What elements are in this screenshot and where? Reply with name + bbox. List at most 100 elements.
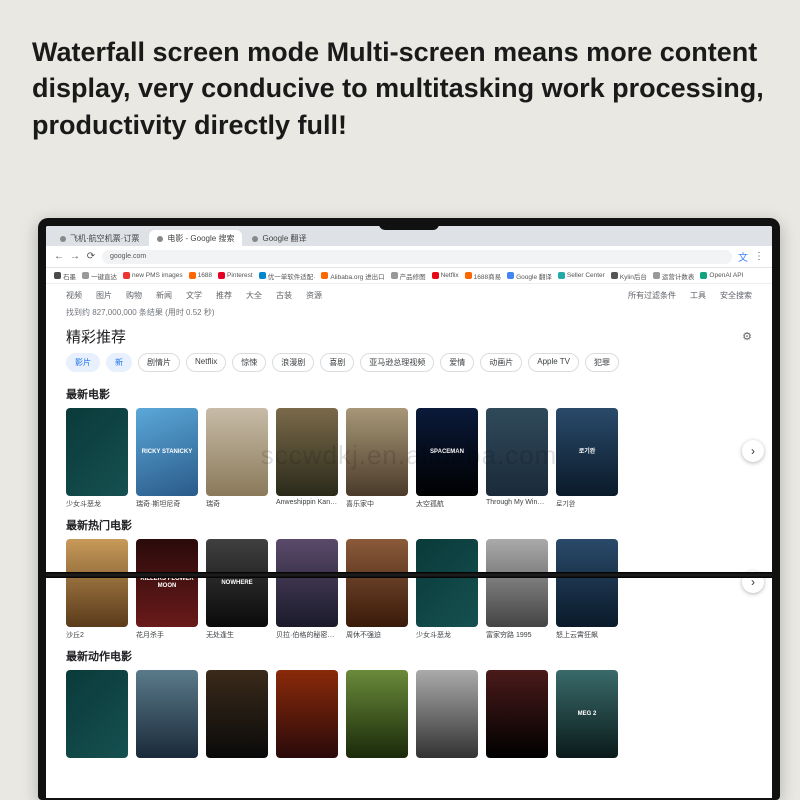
filter-chip[interactable]: 亚马逊总理视频 — [360, 353, 434, 372]
safesearch-link[interactable]: 安全搜索 — [720, 290, 752, 301]
back-icon[interactable]: ← — [54, 252, 64, 262]
feature-title: 精彩推荐 — [66, 326, 126, 347]
movie-poster[interactable]: 富家穷路 1995 — [486, 539, 548, 640]
poster-caption — [276, 758, 338, 761]
movie-poster[interactable] — [206, 670, 268, 761]
bookmark-item[interactable]: 产品修图 — [391, 271, 426, 281]
section-heading: 最新电影 — [46, 382, 772, 408]
movie-poster[interactable]: 沙丘2 — [66, 539, 128, 640]
search-nav-item[interactable]: 推荐 — [216, 290, 232, 301]
poster-caption: 无处逢生 — [206, 627, 268, 640]
movie-poster[interactable]: 贝拉·伯格的秘密生… — [276, 539, 338, 640]
bookmark-item[interactable]: Netflix — [432, 272, 459, 279]
movie-poster[interactable]: KILLERS FLOWER MOON花月杀手 — [136, 539, 198, 640]
poster-caption: 花月杀手 — [136, 627, 198, 640]
movie-poster[interactable]: 怒上云霄狂飙 — [556, 539, 618, 640]
search-nav-item[interactable]: 新闻 — [156, 290, 172, 301]
bookmark-item[interactable]: 优一单软件适配· — [259, 271, 316, 281]
bookmark-item[interactable]: Pinterest — [218, 272, 253, 279]
filter-chip[interactable]: 动画片 — [480, 353, 522, 372]
movie-poster[interactable]: SPACEMAN太空孤航 — [416, 408, 478, 509]
bookmark-item[interactable]: 1688 — [189, 272, 212, 279]
search-nav-item[interactable]: 资源 — [306, 290, 322, 301]
screen-hinge — [46, 572, 772, 578]
filter-chip[interactable]: 惊悚 — [232, 353, 266, 372]
movie-poster[interactable]: 로기완로기완 — [556, 408, 618, 509]
poster-caption — [136, 758, 198, 761]
movie-poster[interactable]: RICKY STANICKY瑞奇·斯坦尼奇 — [136, 408, 198, 509]
search-nav-item[interactable]: 文学 — [186, 290, 202, 301]
translate-icon[interactable]: 文 — [738, 252, 748, 262]
tools-link[interactable]: 工具 — [690, 290, 706, 301]
movie-poster[interactable]: Through My Win… — [486, 408, 548, 509]
movie-poster[interactable]: MEG 2 — [556, 670, 618, 761]
poster-caption — [206, 758, 268, 761]
bookmark-item[interactable]: 石墨 — [54, 271, 76, 281]
poster-caption: Through My Win… — [486, 496, 548, 506]
filters-dropdown[interactable]: 所有过滤条件 — [628, 290, 676, 301]
bookmark-item[interactable]: new PMS images — [123, 272, 183, 279]
filter-chip[interactable]: Apple TV — [528, 353, 579, 372]
movie-poster[interactable] — [416, 670, 478, 761]
poster-caption: 富家穷路 1995 — [486, 627, 548, 640]
search-nav-tabs: 视频 图片 购物 新闻 文学 推荐 大全 古装 资源 所有过滤条件 工具 安全搜索 — [46, 284, 772, 305]
movie-poster[interactable] — [486, 670, 548, 761]
filter-chip[interactable]: 新 — [106, 353, 132, 372]
reload-icon[interactable]: ⟳ — [86, 252, 96, 262]
poster-caption: Anweshippin Kan… — [276, 496, 338, 506]
bookmark-item[interactable]: 一键直达 — [82, 271, 117, 281]
poster-caption: 怒上云霄狂飙 — [556, 627, 618, 640]
movie-poster[interactable] — [66, 670, 128, 761]
poster-caption: 周休不强迫 — [346, 627, 408, 640]
bookmark-item[interactable]: Kylin后台 — [611, 271, 647, 281]
filter-chip[interactable]: 影片 — [66, 353, 100, 372]
poster-caption: 瑞奇 — [206, 496, 268, 509]
poster-caption — [66, 758, 128, 761]
carousel-next-icon[interactable]: › — [742, 440, 764, 462]
search-nav-item[interactable]: 图片 — [96, 290, 112, 301]
bookmark-item[interactable]: 运营计数表 — [653, 271, 695, 281]
results-meta: 找到约 827,000,000 条结果 (用时 0.52 秒) — [46, 305, 772, 326]
bookmark-item[interactable]: OpenAI API — [700, 272, 743, 279]
poster-row: MEG 2 — [46, 670, 772, 765]
search-nav-item[interactable]: 视频 — [66, 290, 82, 301]
laptop-screen: 飞机·航空机票·订票电影 - Google 搜索Google 翻译 ← → ⟳ … — [38, 218, 780, 800]
filter-chip[interactable]: Netflix — [186, 353, 226, 372]
poster-caption — [416, 758, 478, 761]
movie-poster[interactable]: 瑞奇 — [206, 408, 268, 509]
movie-poster[interactable]: 周休不强迫 — [346, 539, 408, 640]
section-heading: 最新热门电影 — [46, 513, 772, 539]
poster-caption: 喜乐家中 — [346, 496, 408, 509]
poster-caption: 로기완 — [556, 496, 618, 509]
search-nav-item[interactable]: 古装 — [276, 290, 292, 301]
poster-caption — [346, 758, 408, 761]
forward-icon[interactable]: → — [70, 252, 80, 262]
menu-icon[interactable]: ⋮ — [754, 252, 764, 262]
bookmark-item[interactable]: Google 翻译 — [507, 271, 552, 281]
search-nav-item[interactable]: 大全 — [246, 290, 262, 301]
browser-tab[interactable]: Google 翻译 — [244, 230, 314, 246]
movie-poster[interactable]: NOWHERE无处逢生 — [206, 539, 268, 640]
address-bar[interactable]: google.com — [102, 250, 732, 264]
gear-icon[interactable]: ⚙ — [742, 330, 752, 343]
bookmark-item[interactable]: Alibaba.org 进出口 — [321, 271, 384, 281]
filter-chip[interactable]: 剧情片 — [138, 353, 180, 372]
movie-poster[interactable] — [276, 670, 338, 761]
browser-tab[interactable]: 飞机·航空机票·订票 — [52, 230, 147, 246]
movie-poster[interactable] — [346, 670, 408, 761]
movie-poster[interactable] — [136, 670, 198, 761]
filter-chip[interactable]: 犯罪 — [585, 353, 619, 372]
movie-poster[interactable]: 喜乐家中 — [346, 408, 408, 509]
poster-caption: 少女斗恶龙 — [66, 496, 128, 509]
bookmark-item[interactable]: 1688商易 — [465, 271, 501, 281]
bookmark-item[interactable]: Seller Center — [558, 272, 605, 279]
movie-poster[interactable]: Anweshippin Kan… — [276, 408, 338, 509]
search-nav-item[interactable]: 购物 — [126, 290, 142, 301]
filter-chip[interactable]: 喜剧 — [320, 353, 354, 372]
movie-poster[interactable]: 少女斗恶龙 — [66, 408, 128, 509]
filter-chip[interactable]: 爱情 — [440, 353, 474, 372]
browser-tab[interactable]: 电影 - Google 搜索 — [149, 230, 242, 246]
poster-caption: 太空孤航 — [416, 496, 478, 509]
filter-chip[interactable]: 浪漫剧 — [272, 353, 314, 372]
movie-poster[interactable]: 少女斗恶龙 — [416, 539, 478, 640]
